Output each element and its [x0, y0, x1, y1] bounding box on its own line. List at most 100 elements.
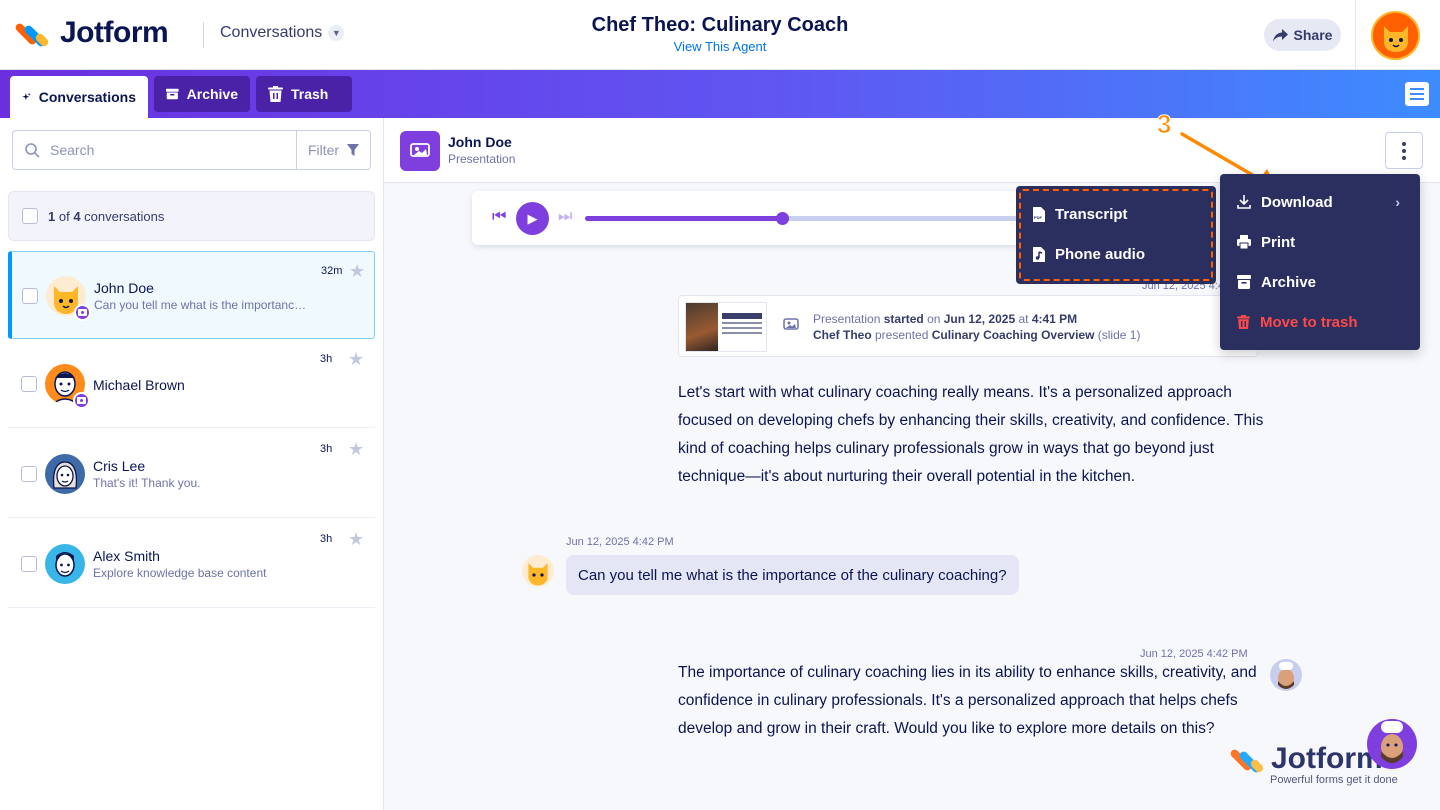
- conversation-preview: Can you tell me what is the importance o…: [94, 298, 312, 312]
- conversation-contact-name: John Doe: [448, 134, 512, 150]
- menu-trash-label: Move to trash: [1260, 313, 1358, 331]
- woman-avatar-icon: [52, 461, 78, 489]
- cat-avatar-icon: [528, 563, 548, 586]
- menu-archive-label: Archive: [1261, 273, 1317, 291]
- conversation-type: Presentation: [448, 152, 516, 166]
- filter-button[interactable]: Filter: [296, 130, 371, 170]
- presentation-card[interactable]: Presentation started on Jun 12, 2025 at …: [678, 295, 1258, 357]
- conversation-preview: Explore knowledge base content: [93, 566, 267, 580]
- tab-conversations[interactable]: Conversations: [10, 76, 148, 118]
- download-icon: [1237, 195, 1251, 209]
- menu-item-archive[interactable]: Archive: [1220, 262, 1420, 302]
- agent-avatar-small: [1270, 659, 1302, 691]
- conversation-checkbox[interactable]: [21, 466, 37, 482]
- logo-text: Jotform: [60, 16, 169, 49]
- header-separator: [1355, 0, 1356, 70]
- menu-item-print[interactable]: Print: [1220, 222, 1420, 262]
- presentation-small-icon: [783, 318, 799, 330]
- conversation-checkbox[interactable]: [21, 556, 37, 572]
- presentation-start-line: Presentation started on Jun 12, 2025 at …: [813, 312, 1078, 326]
- share-arrow-icon: [1272, 28, 1288, 41]
- user-avatar-small: [522, 555, 554, 587]
- jotform-watermark: Jotform: [1228, 742, 1383, 776]
- audio-progress-track[interactable]: [585, 212, 1065, 225]
- chevron-down-icon: ▼: [328, 25, 345, 41]
- conversation-name: Alex Smith: [93, 548, 160, 564]
- man-avatar-icon: [55, 552, 75, 577]
- presentation-badge-icon: [73, 392, 90, 409]
- archive-icon: [1237, 275, 1251, 289]
- jotform-logo-icon: [13, 17, 50, 49]
- jotform-logo[interactable]: Jotform: [13, 16, 169, 50]
- conversation-item-john-doe[interactable]: John Doe Can you tell me what is the imp…: [8, 251, 375, 339]
- section-dropdown-label: Conversations: [220, 24, 323, 41]
- presentation-deck-line: Chef Theo presented Culinary Coaching Ov…: [813, 328, 1141, 342]
- menu-print-label: Print: [1261, 233, 1296, 251]
- cat-avatar-icon: [1383, 25, 1408, 52]
- section-dropdown[interactable]: Conversations ▼: [220, 24, 345, 42]
- tab-trash[interactable]: Trash: [256, 76, 352, 112]
- chef-avatar-icon: [1278, 662, 1294, 689]
- conversation-checkbox[interactable]: [21, 376, 37, 392]
- menu-download-label: Download: [1261, 193, 1333, 211]
- tab-archive-label: Archive: [186, 86, 238, 102]
- more-options-button[interactable]: [1385, 132, 1423, 169]
- share-button[interactable]: Share: [1264, 19, 1341, 51]
- conversation-item-cris-lee[interactable]: Cris Lee That's it! Thank you. 3h ★: [8, 430, 375, 518]
- trash-icon: [1237, 315, 1250, 329]
- top-header: Jotform Conversations ▼ Chef Theo: Culin…: [0, 0, 1440, 70]
- tab-bar: Conversations Archive Trash: [0, 70, 1440, 118]
- conversation-item-michael-brown[interactable]: Michael Brown 3h ★: [8, 340, 375, 428]
- watermark-tagline: Powerful forms get it done: [1270, 774, 1398, 786]
- sparkle-icon: [22, 92, 31, 101]
- conversation-preview: That's it! Thank you.: [93, 476, 201, 490]
- hamburger-menu-icon[interactable]: [1405, 82, 1429, 106]
- conversation-item-alex-smith[interactable]: Alex Smith Explore knowledge base conten…: [8, 520, 375, 608]
- star-icon[interactable]: ★: [348, 349, 364, 370]
- search-placeholder: Search: [50, 142, 95, 158]
- conversation-time: 3h: [320, 533, 333, 545]
- skip-back-icon[interactable]: ⏮: [492, 208, 506, 226]
- agent-message: The importance of culinary coaching lies…: [678, 664, 1257, 737]
- conversation-time: 3h: [320, 353, 333, 365]
- slide-thumbnail: [685, 302, 767, 352]
- agent-launcher-avatar[interactable]: [1367, 719, 1417, 769]
- submenu-highlight-outline: [1019, 189, 1213, 281]
- conversation-sidebar: Search Filter 1 of 4 conversations John …: [0, 118, 384, 810]
- conversation-time: 32m: [321, 265, 343, 277]
- avatar: [45, 544, 85, 584]
- star-icon[interactable]: ★: [349, 261, 365, 282]
- play-button[interactable]: ▶: [516, 202, 549, 235]
- conversation-name: Cris Lee: [93, 458, 146, 474]
- select-all-checkbox[interactable]: [22, 208, 38, 224]
- agent-title: Chef Theo: Culinary Coach: [591, 14, 849, 36]
- star-icon[interactable]: ★: [348, 529, 364, 550]
- user-avatar[interactable]: [1371, 11, 1420, 60]
- tab-archive[interactable]: Archive: [154, 76, 250, 112]
- star-icon[interactable]: ★: [348, 439, 364, 460]
- conversation-name: John Doe: [94, 280, 154, 296]
- options-menu: Download › Print Archive Move to trash: [1220, 174, 1420, 350]
- chef-avatar-icon: [1381, 721, 1403, 763]
- share-label: Share: [1293, 27, 1333, 43]
- trash-icon: [268, 86, 283, 102]
- funnel-icon: [347, 144, 360, 156]
- conversation-checkbox[interactable]: [22, 288, 38, 304]
- presentation-icon: [400, 131, 440, 171]
- conversation-name: Michael Brown: [93, 377, 185, 393]
- conversation-count: 1 of 4 conversations: [48, 208, 165, 224]
- menu-item-download[interactable]: Download ›: [1220, 182, 1420, 222]
- audio-progress-fill: [585, 216, 782, 221]
- skip-forward-icon[interactable]: ⏭: [558, 208, 572, 226]
- search-input[interactable]: Search: [12, 130, 297, 170]
- presentation-badge-icon: [74, 304, 91, 321]
- conversation-count-bar: 1 of 4 conversations: [8, 191, 375, 241]
- menu-item-move-to-trash[interactable]: Move to trash: [1220, 302, 1420, 342]
- watermark-text: Jotform: [1271, 742, 1383, 775]
- audio-progress-handle[interactable]: [775, 212, 789, 225]
- header-divider: [203, 22, 204, 48]
- user-message: Can you tell me what is the importance o…: [566, 555, 1019, 595]
- filter-label: Filter: [307, 142, 340, 158]
- view-agent-link[interactable]: View This Agent: [520, 39, 920, 54]
- jotform-logo-icon: [1228, 743, 1265, 775]
